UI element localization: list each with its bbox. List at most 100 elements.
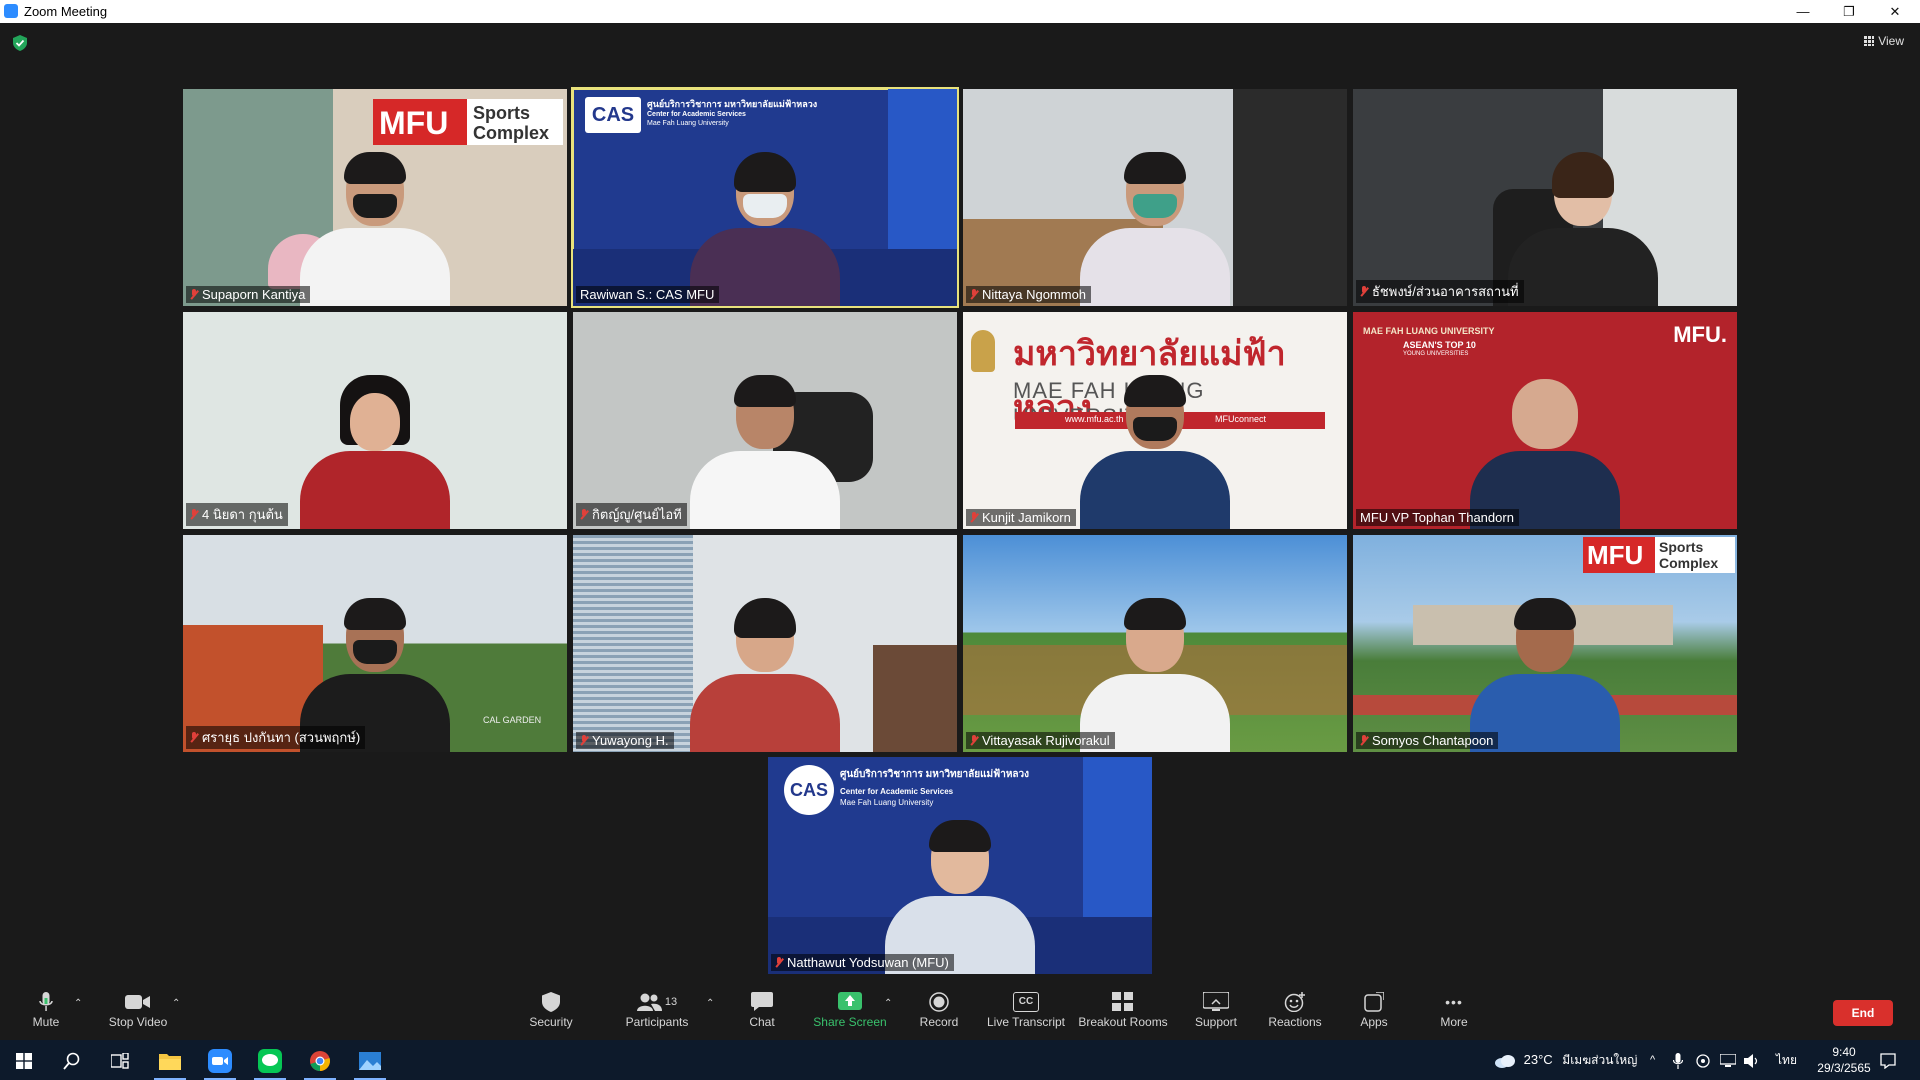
video-tile[interactable]: มหาวิทยาลัยแม่ฟ้าหลวง MAE FAH LUANG UNIV…: [963, 312, 1347, 529]
breakout-rooms-icon: [1112, 992, 1133, 1011]
participants-label: Participants: [625, 1015, 689, 1029]
hair: [1514, 598, 1576, 630]
window-title: Zoom Meeting: [24, 4, 108, 19]
video-tile[interactable]: Nittaya Ngommoh: [963, 89, 1347, 306]
participant-name-label: Kunjit Jamikorn: [966, 509, 1076, 526]
participant-video: [1508, 152, 1659, 306]
microphone-icon: [39, 992, 53, 1011]
mfu-sports-logo-red: MFU: [373, 99, 467, 145]
end-meeting-button[interactable]: End: [1833, 1000, 1893, 1026]
breakout-rooms-button[interactable]: Breakout Rooms: [1078, 980, 1168, 1040]
sports-text: Sports: [1659, 539, 1704, 555]
participant-video: [690, 598, 840, 752]
mic-muted-icon: [190, 509, 198, 520]
start-button[interactable]: [0, 1040, 48, 1080]
more-button[interactable]: ••• More: [1434, 980, 1474, 1040]
mic-muted-icon: [970, 512, 978, 523]
support-label: Support: [1194, 1015, 1238, 1029]
participant-name: 4 นิยดา กุนต้น: [202, 507, 283, 522]
file-explorer-taskbar-button[interactable]: [146, 1040, 194, 1080]
live-transcript-button[interactable]: CC Live Transcript: [986, 980, 1066, 1040]
mute-label: Mute: [32, 1015, 60, 1029]
video-tile[interactable]: CAS ศูนย์บริการวิชาการ มหาวิทยาลัยแม่ฟ้า…: [768, 757, 1152, 974]
video-tile[interactable]: ธัชพงษ์/ส่วนอาคารสถานที่: [1353, 89, 1737, 306]
participant-video: [1470, 379, 1620, 529]
mic-muted-icon: [580, 509, 588, 520]
mic-muted-icon: [970, 289, 978, 300]
zoom-taskbar-button[interactable]: [196, 1040, 244, 1080]
meeting-toolbar: Mute ⌃ Stop Video ⌃ Security 13 Particip…: [0, 980, 1920, 1040]
mute-button[interactable]: Mute: [18, 980, 74, 1040]
window-title-bar: Zoom Meeting — ❐ ✕: [0, 0, 1920, 23]
participants-options-caret-icon[interactable]: ⌃: [706, 998, 714, 1009]
share-options-caret-icon[interactable]: ⌃: [884, 998, 892, 1009]
participant-video: [300, 375, 450, 529]
photos-icon: [359, 1052, 381, 1071]
mic-muted-icon: [1360, 735, 1368, 746]
apps-button[interactable]: Apps: [1354, 980, 1394, 1040]
video-tile[interactable]: MFU Sports Complex Somyos Chantapoon: [1353, 535, 1737, 752]
university-emblem: [971, 330, 995, 372]
notifications-button[interactable]: [1880, 1040, 1896, 1080]
restore-button[interactable]: ❐: [1826, 0, 1872, 23]
hair: [734, 598, 796, 638]
participant-name-label: Vittayasak Rujivorakul: [966, 732, 1115, 749]
line-taskbar-button[interactable]: [246, 1040, 294, 1080]
participant-video: [1080, 375, 1230, 529]
weather-description: มีเมฆส่วนใหญ่: [1562, 1053, 1638, 1067]
apps-label: Apps: [1360, 1015, 1388, 1029]
chrome-icon: [310, 1051, 330, 1072]
video-tile[interactable]: MFU Sports Complex Supaporn Kantiya: [183, 89, 567, 306]
network-icon[interactable]: [1719, 1040, 1737, 1080]
minimize-button[interactable]: —: [1780, 0, 1826, 23]
reactions-button[interactable]: Reactions: [1266, 980, 1324, 1040]
mfu-logo: MFU.: [1673, 322, 1727, 347]
ranking-text: ASEAN'S TOP 10: [1403, 340, 1476, 350]
participant-name: Somyos Chantapoon: [1372, 733, 1494, 748]
support-button[interactable]: Support: [1188, 980, 1244, 1040]
video-tile[interactable]: Vittayasak Rujivorakul: [963, 535, 1347, 752]
video-tile[interactable]: 4 นิยดา กุนต้น: [183, 312, 567, 529]
background-panel: [1083, 757, 1152, 917]
participant-name-label: Somyos Chantapoon: [1356, 732, 1499, 749]
hair: [344, 152, 406, 184]
apps-icon: [1364, 992, 1384, 1012]
task-view-button[interactable]: [96, 1040, 144, 1080]
input-language-indicator[interactable]: ไทย: [1776, 1040, 1797, 1080]
microphone-tray-icon[interactable]: [1672, 1040, 1684, 1080]
reactions-label: Reactions: [1268, 1015, 1322, 1029]
share-screen-button[interactable]: Share Screen: [812, 980, 888, 1040]
security-button[interactable]: Security: [522, 980, 580, 1040]
video-tile[interactable]: MAE FAH LUANG UNIVERSITY ASEAN'S TOP 10 …: [1353, 312, 1737, 529]
video-tile-active-speaker[interactable]: CAS ศูนย์บริการวิชาการ มหาวิทยาลัยแม่ฟ้า…: [571, 87, 959, 308]
close-button[interactable]: ✕: [1872, 0, 1918, 23]
video-tile[interactable]: CAL GARDEN ศรายุธ ปงกันทา (สวนพฤกษ์): [183, 535, 567, 752]
encryption-shield-icon[interactable]: [13, 35, 27, 51]
clock[interactable]: 9:40 29/3/2565: [1814, 1040, 1874, 1080]
view-button[interactable]: View: [1864, 34, 1904, 48]
mfu-logo-text: MFU: [379, 105, 449, 141]
camera-tray-icon[interactable]: [1696, 1040, 1710, 1080]
participants-button[interactable]: 13 Participants: [620, 980, 694, 1040]
record-button[interactable]: Record: [914, 980, 964, 1040]
video-tile[interactable]: กิตญ์ญู/ศูนย์ไอที: [573, 312, 957, 529]
face-mask: [1133, 194, 1177, 218]
photos-taskbar-button[interactable]: [346, 1040, 394, 1080]
face-mask: [743, 194, 787, 218]
stop-video-button[interactable]: Stop Video: [104, 980, 172, 1040]
chrome-taskbar-button[interactable]: [296, 1040, 344, 1080]
volume-icon[interactable]: [1744, 1040, 1760, 1080]
video-tile[interactable]: Yuwayong H.: [573, 535, 957, 752]
mic-muted-icon: [580, 735, 588, 746]
audio-options-caret-icon[interactable]: ⌃: [74, 998, 82, 1009]
weather-widget[interactable]: 23°C มีเมฆส่วนใหญ่: [1494, 1040, 1637, 1080]
sports-complex-logo: Sports Complex: [1655, 537, 1735, 573]
face-front: [350, 393, 400, 451]
video-options-caret-icon[interactable]: ⌃: [172, 998, 180, 1009]
chat-button[interactable]: Chat: [742, 980, 782, 1040]
chat-label: Chat: [749, 1015, 775, 1029]
show-hidden-icons-button[interactable]: ^: [1650, 1040, 1655, 1080]
grid-icon: [1864, 36, 1875, 46]
search-button[interactable]: [48, 1040, 96, 1080]
participant-video: [1080, 598, 1230, 752]
